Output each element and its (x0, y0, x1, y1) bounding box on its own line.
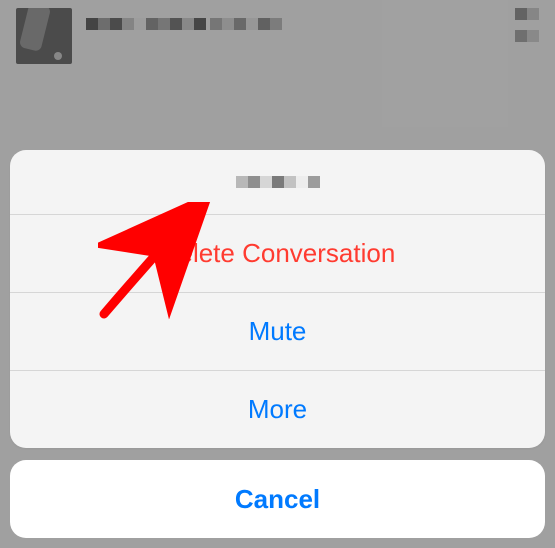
more-label: More (248, 394, 307, 425)
cancel-button[interactable]: Cancel (10, 460, 545, 538)
mute-label: Mute (249, 316, 307, 347)
more-button[interactable]: More (10, 370, 545, 448)
action-sheet-cancel-group: Cancel (10, 460, 545, 538)
redacted-sheet-title (236, 176, 320, 188)
action-sheet-title (10, 150, 545, 214)
mute-button[interactable]: Mute (10, 292, 545, 370)
delete-conversation-label: Delete Conversation (160, 238, 396, 269)
delete-conversation-button[interactable]: Delete Conversation (10, 214, 545, 292)
action-sheet: Delete Conversation Mute More Cancel (10, 150, 545, 538)
cancel-label: Cancel (235, 484, 320, 515)
action-sheet-main-group: Delete Conversation Mute More (10, 150, 545, 448)
